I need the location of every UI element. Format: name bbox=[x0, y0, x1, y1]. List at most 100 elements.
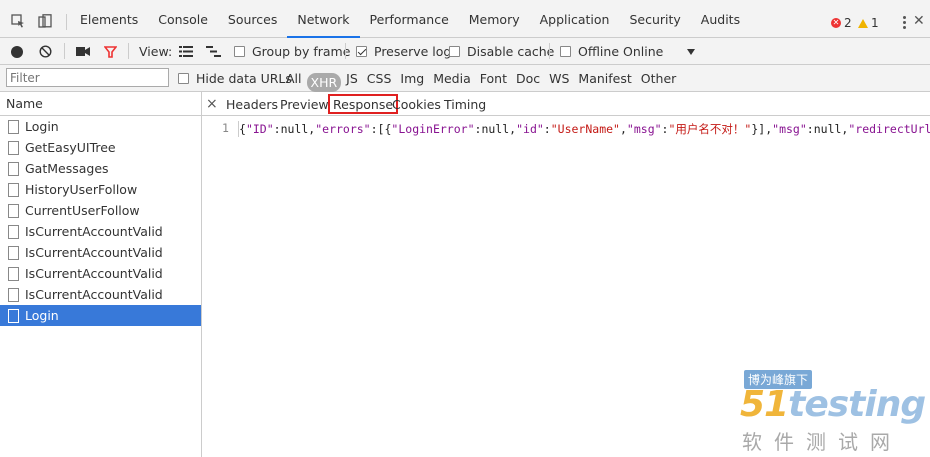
response-body: 1 {"ID":null,"errors":[{"LoginError":nul… bbox=[202, 121, 930, 137]
request-row[interactable]: Login bbox=[0, 116, 201, 137]
request-row[interactable]: GatMessages bbox=[0, 158, 201, 179]
resource-type-filters: All XHR JS CSS Img Media Font Doc WS Manifest Othe… bbox=[282, 65, 680, 92]
request-row[interactable]: CurrentUserFollow bbox=[0, 200, 201, 221]
request-row[interactable]: IsCurrentAccountValid bbox=[0, 263, 201, 284]
large-rows-icon[interactable] bbox=[179, 38, 193, 65]
toolbar-divider bbox=[128, 43, 129, 59]
waterfall-icon[interactable] bbox=[206, 38, 221, 65]
toolbar-divider bbox=[345, 43, 346, 59]
tab-console[interactable]: Console bbox=[148, 0, 218, 38]
watermark-logo: 博为峰旗下 51testing 软件测试网 bbox=[740, 370, 926, 455]
filter-type-css[interactable]: CSS bbox=[363, 71, 396, 86]
inspect-element-icon[interactable] bbox=[11, 14, 25, 28]
request-row[interactable]: GetEasyUITree bbox=[0, 137, 201, 158]
filter-type-manifest[interactable]: Manifest bbox=[574, 71, 635, 86]
chevron-down-icon bbox=[687, 48, 696, 55]
detail-tab-timing[interactable]: Timing bbox=[444, 92, 486, 116]
tab-security[interactable]: Security bbox=[619, 0, 690, 38]
tab-elements[interactable]: Elements bbox=[70, 0, 148, 38]
toolbar-divider bbox=[549, 43, 550, 59]
file-icon bbox=[8, 140, 19, 155]
warning-icon bbox=[858, 18, 868, 28]
file-icon bbox=[8, 245, 19, 260]
file-icon bbox=[8, 266, 19, 281]
request-name: IsCurrentAccountValid bbox=[25, 224, 163, 239]
tab-audits[interactable]: Audits bbox=[691, 0, 750, 38]
devtools-tab-bar: Elements Console Sources Network Performance… bbox=[0, 0, 930, 38]
request-row[interactable]: HistoryUserFollow bbox=[0, 179, 201, 200]
group-by-frame-checkbox[interactable]: Group by frame bbox=[234, 38, 350, 65]
filter-type-media[interactable]: Media bbox=[429, 71, 475, 86]
request-name: GetEasyUITree bbox=[25, 140, 116, 155]
tab-memory[interactable]: Memory bbox=[459, 0, 530, 38]
request-name: HistoryUserFollow bbox=[25, 182, 138, 197]
request-name: IsCurrentAccountValid bbox=[25, 287, 163, 302]
close-devtools-icon[interactable]: ✕ bbox=[913, 13, 925, 29]
name-column-header[interactable]: Name bbox=[0, 92, 201, 116]
preserve-log-label: Preserve log bbox=[374, 44, 452, 59]
preserve-log-checkbox[interactable]: Preserve log bbox=[356, 38, 451, 65]
filter-type-all[interactable]: All bbox=[282, 71, 306, 86]
filter-type-other[interactable]: Other bbox=[637, 71, 681, 86]
request-name: CurrentUserFollow bbox=[25, 203, 140, 218]
hide-data-urls-label: Hide data URLs bbox=[196, 71, 292, 86]
hide-data-urls-checkbox[interactable]: Hide data URLs bbox=[178, 65, 292, 92]
request-name: Login bbox=[25, 119, 59, 134]
disable-cache-checkbox[interactable]: Disable cache bbox=[449, 38, 554, 65]
filter-type-js[interactable]: JS bbox=[342, 71, 362, 86]
offline-label: Offline bbox=[578, 44, 620, 59]
clear-icon[interactable] bbox=[39, 38, 52, 65]
tab-sources[interactable]: Sources bbox=[218, 0, 287, 38]
request-name: IsCurrentAccountValid bbox=[25, 266, 163, 281]
capture-screenshots-icon[interactable] bbox=[76, 38, 90, 65]
record-icon[interactable] bbox=[11, 38, 23, 65]
request-row[interactable]: IsCurrentAccountValid bbox=[0, 242, 201, 263]
filter-type-doc[interactable]: Doc bbox=[512, 71, 544, 86]
file-icon bbox=[8, 119, 19, 134]
detail-tab-headers[interactable]: Headers bbox=[226, 92, 278, 116]
device-toolbar-icon[interactable] bbox=[38, 14, 52, 28]
watermark-brand-text: testing bbox=[788, 384, 926, 425]
request-row[interactable]: IsCurrentAccountValid bbox=[0, 284, 201, 305]
disable-cache-label: Disable cache bbox=[467, 44, 555, 59]
warning-count-value: 1 bbox=[871, 16, 879, 30]
request-row[interactable]: Login bbox=[0, 305, 201, 326]
warning-count[interactable]: 1 bbox=[858, 16, 879, 30]
tab-application[interactable]: Application bbox=[530, 0, 620, 38]
filter-type-xhr[interactable]: XHR bbox=[306, 73, 342, 92]
detail-tabs: × Headers Preview Response Cookies Timing bbox=[202, 92, 930, 116]
detail-tab-response[interactable]: Response bbox=[328, 94, 399, 114]
offline-checkbox[interactable]: Offline bbox=[560, 38, 619, 65]
tab-performance[interactable]: Performance bbox=[360, 0, 459, 38]
filter-bar: Hide data URLs AllXHRJSCSSImgMediaFontDo… bbox=[0, 65, 930, 92]
filter-type-ws[interactable]: WS bbox=[545, 71, 573, 86]
file-icon bbox=[8, 287, 19, 302]
file-icon bbox=[8, 203, 19, 218]
tab-network[interactable]: Network bbox=[287, 0, 360, 38]
view-label: View: bbox=[139, 44, 173, 59]
throttling-select[interactable]: Online bbox=[623, 38, 696, 65]
toolbar-divider bbox=[64, 43, 65, 59]
group-by-frame-label: Group by frame bbox=[252, 44, 351, 59]
request-name: GatMessages bbox=[25, 161, 109, 176]
filter-type-font[interactable]: Font bbox=[476, 71, 511, 86]
request-name: Login bbox=[25, 308, 59, 323]
request-name: IsCurrentAccountValid bbox=[25, 245, 163, 260]
filter-type-img[interactable]: Img bbox=[396, 71, 428, 86]
throttling-value: Online bbox=[623, 44, 664, 59]
line-number: 1 bbox=[222, 121, 229, 135]
toolbar-divider bbox=[66, 14, 67, 30]
error-count[interactable]: ✕ 2 bbox=[831, 16, 852, 30]
file-icon bbox=[8, 224, 19, 239]
detail-tab-cookies[interactable]: Cookies bbox=[392, 92, 441, 116]
watermark-brand: 51testing bbox=[740, 384, 926, 425]
close-detail-icon[interactable]: × bbox=[206, 92, 218, 116]
panel-tabs: Elements Console Sources Network Performance… bbox=[70, 0, 750, 38]
filter-input[interactable] bbox=[6, 68, 169, 87]
detail-tab-preview[interactable]: Preview bbox=[280, 92, 329, 116]
more-options-icon[interactable] bbox=[898, 14, 910, 30]
file-icon bbox=[8, 161, 19, 176]
request-row[interactable]: IsCurrentAccountValid bbox=[0, 221, 201, 242]
response-json: {"ID":null,"errors":[{"LoginError":null,… bbox=[238, 121, 930, 137]
filter-icon[interactable] bbox=[104, 38, 117, 65]
